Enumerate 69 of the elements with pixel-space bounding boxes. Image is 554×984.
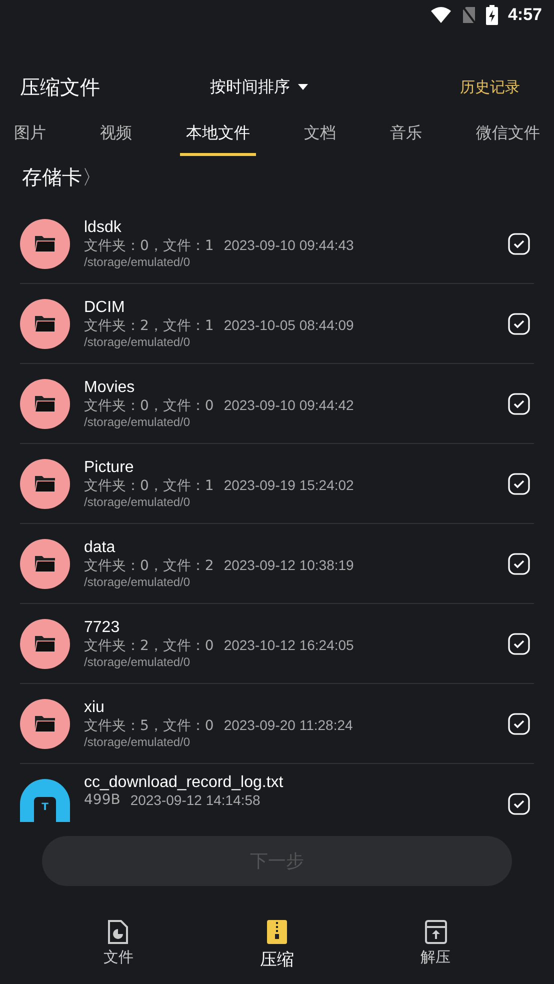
nav-tab[interactable]: 文件 bbox=[103, 920, 134, 971]
file-date: 2023-09-20 11:28:24 bbox=[224, 716, 353, 734]
file-path: /storage/emulated/0 bbox=[84, 494, 192, 508]
file-name: cc_download_record_log.txt bbox=[84, 774, 284, 792]
file-date: 2023-10-05 08:44:09 bbox=[224, 316, 354, 334]
folder-icon bbox=[20, 298, 70, 348]
file-date: 2023-09-10 09:44:43 bbox=[224, 236, 354, 254]
file-info: 文件夹：0，文件：1 bbox=[84, 476, 214, 494]
breadcrumb-link[interactable]: 存储卡 bbox=[22, 164, 82, 190]
chevron-icon: 〉 bbox=[82, 164, 102, 190]
history-link[interactable]: 历史记录 bbox=[460, 78, 534, 96]
category-tab[interactable]: 视频 bbox=[94, 114, 138, 156]
category-tab[interactable]: 本地文件 bbox=[180, 114, 256, 156]
checkbox[interactable] bbox=[508, 232, 530, 254]
folder-icon bbox=[20, 618, 70, 668]
file-name: xiu bbox=[84, 698, 106, 716]
battery-charging-icon bbox=[486, 5, 498, 25]
file-info: 文件夹：2，文件：1 bbox=[84, 316, 214, 334]
folder-icon bbox=[20, 218, 70, 268]
file-path: /storage/emulated/0 bbox=[84, 574, 192, 588]
checkbox[interactable] bbox=[508, 472, 530, 494]
file-info: 499B bbox=[84, 792, 120, 808]
category-tab[interactable]: 微信文件 bbox=[470, 114, 546, 156]
category-tab[interactable]: 文档 bbox=[298, 114, 342, 156]
folder-icon bbox=[20, 538, 70, 588]
file-date: 2023-09-10 09:44:42 bbox=[224, 396, 354, 414]
file-info: 文件夹：0，文件：1 bbox=[84, 236, 214, 254]
file-info: 文件夹：0，文件：0 bbox=[84, 396, 214, 414]
document-icon bbox=[107, 920, 130, 944]
file-name: DCIM bbox=[84, 298, 126, 316]
caret-icon bbox=[298, 84, 308, 90]
folder-icon bbox=[20, 698, 70, 748]
file-path: /storage/emulated/0 bbox=[84, 254, 192, 268]
checkbox[interactable] bbox=[508, 792, 530, 814]
category-tab[interactable]: 图片 bbox=[8, 114, 52, 156]
folder-icon bbox=[20, 458, 70, 508]
file-name: ldsdk bbox=[84, 218, 122, 236]
wifi-icon bbox=[430, 6, 452, 24]
file-date: 2023-09-19 15:24:02 bbox=[224, 476, 354, 494]
file-name: 7723 bbox=[84, 618, 121, 636]
text-file-icon: T bbox=[20, 778, 70, 822]
status-time: 4:57 bbox=[508, 5, 542, 25]
zip-icon bbox=[266, 920, 287, 944]
checkbox[interactable] bbox=[508, 632, 530, 654]
sort-dropdown[interactable]: 按时间排序 bbox=[210, 76, 308, 98]
checkbox[interactable] bbox=[508, 712, 530, 734]
file-date: 2023-09-12 14:14:58 bbox=[130, 792, 260, 808]
upload-box-icon bbox=[424, 920, 447, 944]
category-tab[interactable]: 音乐 bbox=[384, 114, 428, 156]
nav-tab[interactable]: 压缩 bbox=[260, 920, 294, 971]
checkbox[interactable] bbox=[508, 392, 530, 414]
file-date: 2023-09-12 10:38:19 bbox=[224, 556, 354, 574]
file-path: /storage/emulated/0 bbox=[84, 334, 192, 348]
file-info: 文件夹：5，文件：0 bbox=[84, 716, 214, 734]
no-sim-icon bbox=[462, 6, 476, 24]
file-date: 2023-10-12 16:24:05 bbox=[224, 636, 354, 654]
file-path: /storage/emulated/0 bbox=[84, 414, 192, 428]
page-title: 压缩文件 bbox=[20, 74, 101, 100]
checkbox[interactable] bbox=[508, 312, 530, 334]
file-path: /storage/emulated/0 bbox=[84, 734, 192, 748]
file-name: Movies bbox=[84, 378, 136, 396]
nav-tab[interactable]: 解压 bbox=[420, 920, 451, 971]
checkbox[interactable] bbox=[508, 552, 530, 574]
file-name: data bbox=[84, 538, 116, 556]
file-path: /storage/emulated/0 bbox=[84, 654, 192, 668]
folder-icon bbox=[20, 378, 70, 428]
file-info: 文件夹：2，文件：0 bbox=[84, 636, 214, 654]
file-info: 文件夹：0，文件：2 bbox=[84, 556, 214, 574]
file-name: Picture bbox=[84, 458, 135, 476]
